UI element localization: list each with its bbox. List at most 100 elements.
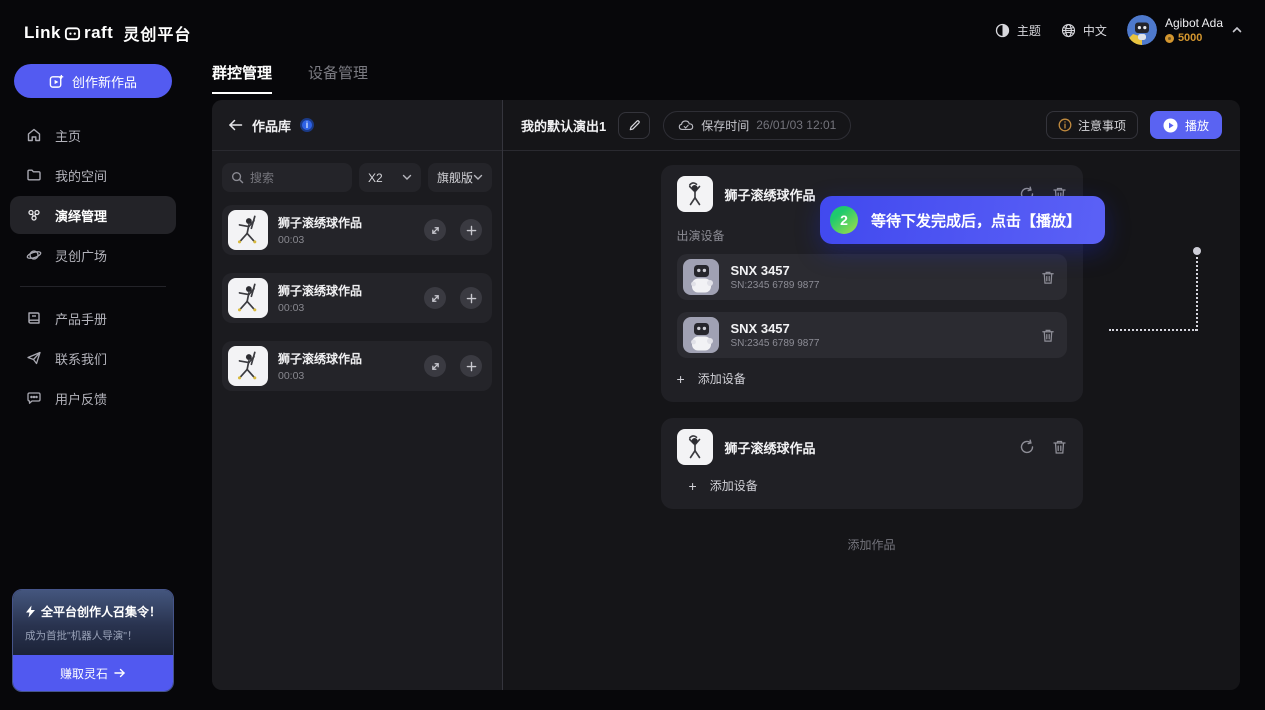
sidebar-divider: [20, 286, 166, 287]
create-work-icon: [49, 74, 64, 89]
notice-button[interactable]: 注意事项: [1046, 111, 1138, 139]
device-avatar: [683, 259, 719, 295]
step-badge: 2: [830, 206, 858, 234]
back-arrow-icon[interactable]: [228, 119, 243, 131]
trash-icon[interactable]: [1041, 270, 1055, 285]
plus-icon: +: [677, 371, 685, 387]
connector-dot: [1193, 247, 1201, 255]
refresh-icon[interactable]: [1019, 439, 1035, 455]
sidebar: 创作新作品 主页 我的空间 演绎管理 灵创广场 产品手册 联系我们: [0, 52, 186, 710]
save-status: 保存时间 26/01/03 12:01: [663, 111, 851, 140]
sidebar-item-contact-us[interactable]: 联系我们: [10, 339, 176, 377]
work-title: 狮子滚绣球作品: [278, 350, 414, 367]
earn-gems-button[interactable]: 赚取灵石: [13, 655, 173, 691]
planet-icon: [26, 247, 42, 263]
search-input[interactable]: [250, 171, 330, 185]
create-work-button[interactable]: 创作新作品: [14, 64, 172, 98]
program-title: 狮子滚绣球作品: [725, 438, 816, 457]
onboarding-tooltip: 2 等待下发完成后，点击【播放】: [820, 196, 1105, 244]
expand-button[interactable]: [424, 355, 446, 377]
brand-logo-icon: [63, 25, 82, 42]
plus-icon: +: [689, 478, 697, 494]
device-meta: SNX 3457 SN:2345 6789 9877: [731, 263, 1029, 291]
work-title: 狮子滚绣球作品: [278, 214, 414, 231]
edition-value: 旗舰版: [437, 169, 473, 186]
work-library-panel: 作品库 i X2 旗舰版: [212, 100, 503, 690]
sidebar-item-feedback[interactable]: 用户反馈: [10, 379, 176, 417]
paper-plane-icon: [26, 350, 42, 366]
sidebar-item-home[interactable]: 主页: [10, 116, 176, 154]
work-duration: 00:03: [278, 370, 414, 382]
tab-device-mgmt[interactable]: 设备管理: [308, 62, 368, 94]
search-box[interactable]: [222, 163, 352, 192]
add-device-button[interactable]: + 添加设备: [677, 477, 1067, 494]
connector-line-horizontal: [1109, 329, 1197, 331]
add-to-stage-button[interactable]: [460, 219, 482, 241]
search-icon: [231, 171, 244, 184]
stage-header: 我的默认演出1 保存时间 26/01/03 12:01 注意事项: [503, 100, 1240, 151]
sidebar-item-label: 用户反馈: [55, 389, 107, 408]
content-panel: 作品库 i X2 旗舰版: [212, 100, 1240, 690]
play-icon: [1163, 118, 1178, 133]
earn-gems-label: 赚取灵石: [60, 665, 108, 682]
library-header: 作品库 i: [212, 100, 502, 151]
sidebar-item-plaza[interactable]: 灵创广场: [10, 236, 176, 274]
program-thumbnail: [677, 176, 713, 212]
promo-card: 全平台创作人召集令！ 成为首批"机器人导演"！ 赚取灵石: [12, 589, 174, 692]
program-thumbnail: [677, 429, 713, 465]
sidebar-item-product-manual[interactable]: 产品手册: [10, 299, 176, 337]
speed-value: X2: [368, 171, 383, 185]
speed-dropdown[interactable]: X2: [359, 163, 421, 192]
library-info-icon[interactable]: i: [300, 118, 314, 132]
brand-name-prefix: Link: [24, 23, 61, 43]
chevron-down-icon: [473, 174, 483, 181]
home-icon: [26, 127, 42, 143]
work-list-item[interactable]: 狮子滚绣球作品 00:03: [222, 273, 492, 323]
device-sn: SN:2345 6789 9877: [731, 338, 1029, 349]
device-row[interactable]: SNX 3457 SN:2345 6789 9877: [677, 254, 1067, 300]
sidebar-item-performance-mgmt[interactable]: 演绎管理: [10, 196, 176, 234]
work-list-item[interactable]: 狮子滚绣球作品 00:03: [222, 341, 492, 391]
sidebar-item-label: 我的空间: [55, 166, 107, 185]
promo-title-row: 全平台创作人召集令！: [25, 603, 161, 620]
promo-subtitle: 成为首批"机器人导演"！: [25, 628, 161, 643]
sidebar-item-my-space[interactable]: 我的空间: [10, 156, 176, 194]
device-avatar: [683, 317, 719, 353]
edition-dropdown[interactable]: 旗舰版: [428, 163, 492, 192]
add-device-button[interactable]: + 添加设备: [677, 370, 1067, 387]
cloud-icon: [678, 119, 694, 131]
device-row[interactable]: SNX 3457 SN:2345 6789 9877: [677, 312, 1067, 358]
work-thumbnail: [228, 278, 268, 318]
expand-button[interactable]: [424, 287, 446, 309]
brand-logo: Link raft 灵创平台: [24, 21, 191, 45]
stage-panel: 我的默认演出1 保存时间 26/01/03 12:01 注意事项: [503, 100, 1240, 690]
work-duration: 00:03: [278, 302, 414, 314]
add-device-label: 添加设备: [698, 370, 746, 387]
add-to-stage-button[interactable]: [460, 355, 482, 377]
chevron-down-icon: [402, 174, 412, 181]
brand-name-suffix: raft: [84, 23, 113, 43]
work-title: 狮子滚绣球作品: [278, 282, 414, 299]
save-time-label: 保存时间: [701, 117, 749, 134]
pencil-icon: [628, 119, 641, 132]
tab-group-control[interactable]: 群控管理: [212, 62, 272, 94]
trash-icon[interactable]: [1041, 328, 1055, 343]
expand-button[interactable]: [424, 219, 446, 241]
lightning-icon: [25, 605, 36, 618]
add-to-stage-button[interactable]: [460, 287, 482, 309]
device-sn: SN:2345 6789 9877: [731, 280, 1029, 291]
play-button[interactable]: 播放: [1150, 111, 1222, 139]
tooltip-text: 等待下发完成后，点击【播放】: [871, 210, 1081, 231]
work-thumbnail: [228, 210, 268, 250]
promo-body: 全平台创作人召集令！ 成为首批"机器人导演"！: [13, 590, 173, 655]
work-duration: 00:03: [278, 234, 414, 246]
add-device-label: 添加设备: [710, 477, 758, 494]
work-list-item[interactable]: 狮子滚绣球作品 00:03: [222, 205, 492, 255]
trash-icon[interactable]: [1052, 439, 1067, 455]
program-title: 狮子滚绣球作品: [725, 185, 816, 204]
rename-button[interactable]: [618, 112, 650, 139]
library-filters: X2 旗舰版: [212, 151, 502, 192]
add-work-button[interactable]: 添加作品: [503, 536, 1240, 553]
work-thumbnail: [228, 346, 268, 386]
sidebar-item-label: 演绎管理: [55, 206, 107, 225]
